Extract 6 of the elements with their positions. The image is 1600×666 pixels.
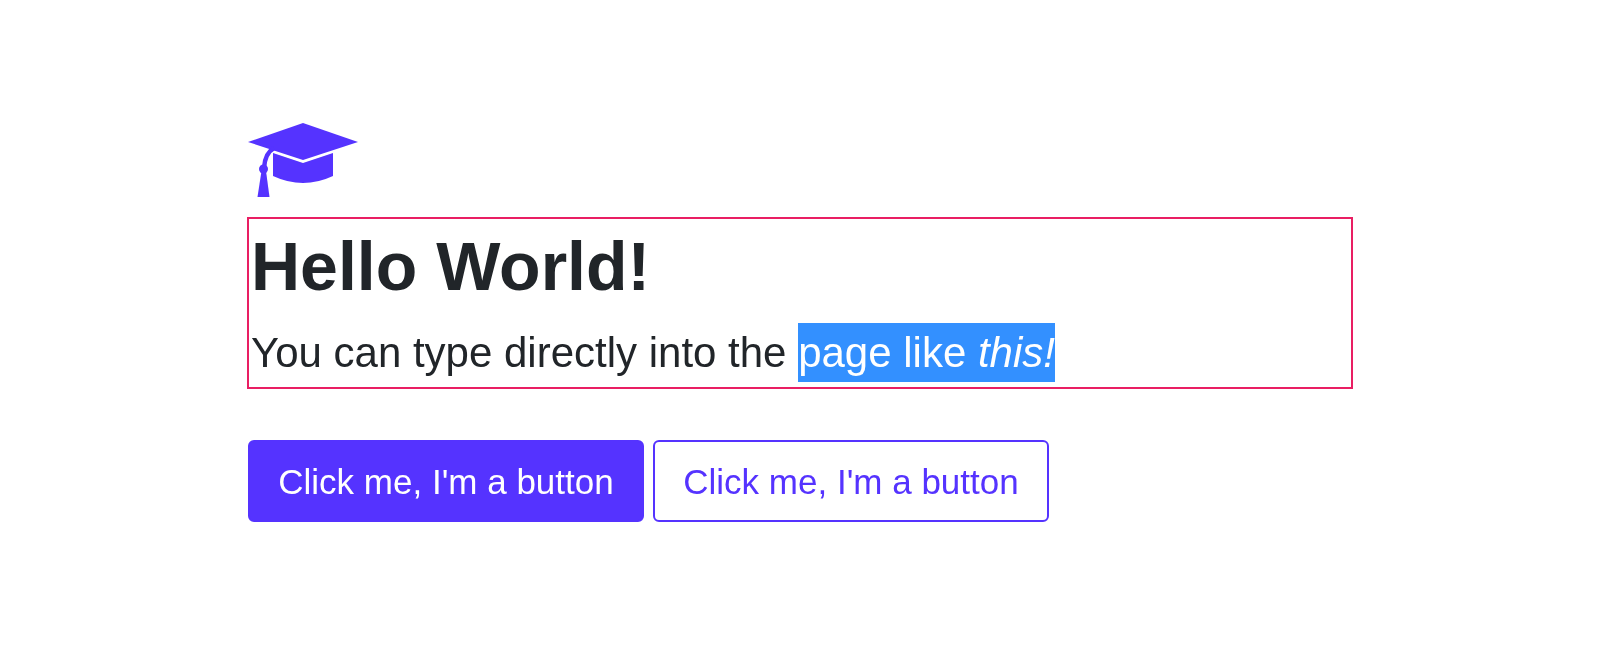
heading: Hello World!	[251, 227, 651, 306]
primary-button[interactable]: Click me, I'm a button	[248, 440, 644, 523]
outline-button[interactable]: Click me, I'm a button	[653, 440, 1049, 523]
graduation-cap-icon	[248, 123, 358, 197]
paragraph-text: You can type directly into the page like this!	[251, 323, 1055, 383]
editable-region[interactable]: Hello World! You can type directly into the page like this!	[247, 217, 1353, 390]
